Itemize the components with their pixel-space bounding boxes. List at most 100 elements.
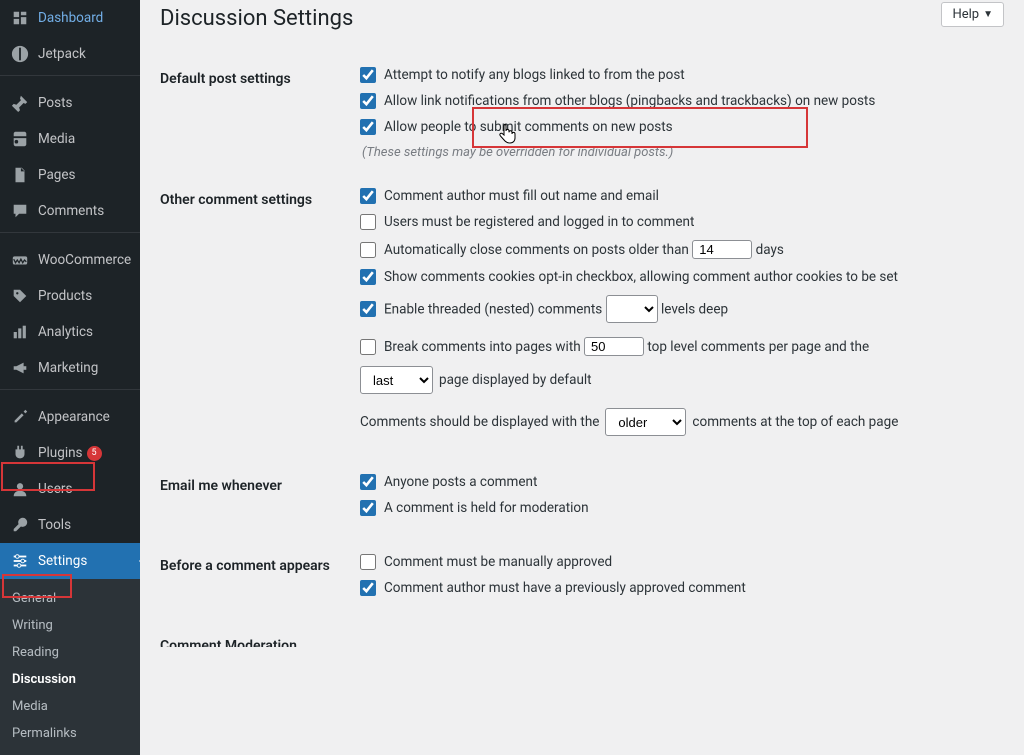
sidebar-item-media[interactable]: Media <box>0 121 140 157</box>
sidebar-item-comments[interactable]: Comments <box>0 193 140 229</box>
main-content: Help ▼ Discussion Settings Default post … <box>140 0 1024 647</box>
checkbox-previously-approved[interactable] <box>360 580 376 596</box>
option-label[interactable]: Allow link notifications from other blog… <box>384 93 875 109</box>
sidebar-label: Appearance <box>38 409 110 425</box>
checkbox-allow-comments[interactable] <box>360 119 376 135</box>
sidebar-label: Media <box>38 131 75 147</box>
checkbox-cookies-optin[interactable] <box>360 269 376 285</box>
sidebar-label: Dashboard <box>38 10 103 26</box>
update-count-badge: 5 <box>87 446 102 461</box>
sidebar-item-woocommerce[interactable]: WooCommerce <box>0 242 140 278</box>
wrench-icon <box>10 515 30 535</box>
select-default-page[interactable]: last <box>360 366 433 394</box>
sidebar-label: Pages <box>38 167 76 183</box>
checkbox-allow-pingbacks[interactable] <box>360 93 376 109</box>
sidebar-item-plugins[interactable]: Plugins5 <box>0 435 140 471</box>
sidebar-item-products[interactable]: Products <box>0 278 140 314</box>
sidebar-item-marketing[interactable]: Marketing <box>0 350 140 386</box>
sidebar-label: Tools <box>38 517 71 533</box>
sidebar-item-analytics[interactable]: Analytics <box>0 314 140 350</box>
page-icon <box>10 165 30 185</box>
submenu-item-reading[interactable]: Reading <box>0 639 140 666</box>
help-tab-button[interactable]: Help ▼ <box>941 2 1004 27</box>
option-label[interactable]: Enable threaded (nested) comments 5 leve… <box>384 295 728 323</box>
megaphone-icon <box>10 358 30 378</box>
sliders-icon <box>10 551 30 571</box>
select-comment-order[interactable]: older <box>605 408 686 436</box>
user-icon <box>10 479 30 499</box>
submenu-item-discussion[interactable]: Discussion <box>0 666 140 693</box>
page-title: Discussion Settings <box>160 6 1004 31</box>
sidebar-separator <box>0 389 140 396</box>
submenu-item-writing[interactable]: Writing <box>0 612 140 639</box>
checkbox-auto-close-comments[interactable] <box>360 242 376 258</box>
sidebar-separator <box>0 75 140 82</box>
select-thread-levels[interactable]: 5 <box>606 295 658 323</box>
checkbox-paginate-comments[interactable] <box>360 339 376 355</box>
submenu-item-media[interactable]: Media <box>0 693 140 720</box>
sidebar-label: Posts <box>38 95 72 111</box>
plugin-icon <box>10 443 30 463</box>
option-label[interactable]: Attempt to notify any blogs linked to fr… <box>384 67 685 83</box>
analytics-icon <box>10 322 30 342</box>
option-label[interactable]: Users must be registered and logged in t… <box>384 214 694 230</box>
sidebar-label: WooCommerce <box>38 252 131 268</box>
option-label: page displayed by default <box>439 372 592 388</box>
option-label: comments at the top of each page <box>692 414 898 430</box>
option-label[interactable]: A comment is held for moderation <box>384 500 589 516</box>
sidebar-label: Jetpack <box>38 46 86 62</box>
settings-form: Default post settings Attempt to notify … <box>160 55 1004 647</box>
option-label[interactable]: Anyone posts a comment <box>384 474 537 490</box>
input-comments-per-page[interactable] <box>584 337 644 356</box>
section-heading-default-post: Default post settings <box>160 55 360 176</box>
woocommerce-icon <box>10 250 30 270</box>
option-label[interactable]: Allow people to submit comments on new p… <box>384 119 673 135</box>
section-heading-moderation: Comment Moderation <box>160 622 360 647</box>
submenu-item-permalinks[interactable]: Permalinks <box>0 720 140 747</box>
admin-sidebar: Dashboard Jetpack Posts Media Pages Comm… <box>0 0 140 647</box>
sidebar-item-pages[interactable]: Pages <box>0 157 140 193</box>
option-label[interactable]: Show comments cookies opt-in checkbox, a… <box>384 269 898 285</box>
sidebar-label: Settings <box>38 553 87 569</box>
checkbox-notify-linked-blogs[interactable] <box>360 67 376 83</box>
sidebar-label: Analytics <box>38 324 93 340</box>
sidebar-item-appearance[interactable]: Appearance <box>0 399 140 435</box>
sidebar-item-settings[interactable]: Settings <box>0 543 140 579</box>
sidebar-item-tools[interactable]: Tools <box>0 507 140 543</box>
option-label[interactable]: Comment author must fill out name and em… <box>384 188 659 204</box>
submenu-item-general[interactable]: General <box>0 585 140 612</box>
default-post-description: (These settings may be overridden for in… <box>360 145 994 160</box>
jetpack-icon <box>10 44 30 64</box>
option-label[interactable]: Comment must be manually approved <box>384 554 612 570</box>
option-label[interactable]: Comment author must have a previously ap… <box>384 580 746 596</box>
sidebar-label: Plugins5 <box>38 445 102 461</box>
comments-icon <box>10 201 30 221</box>
sidebar-label: Users <box>38 481 72 497</box>
sidebar-item-users[interactable]: Users <box>0 471 140 507</box>
media-icon <box>10 129 30 149</box>
settings-submenu: General Writing Reading Discussion Media… <box>0 579 140 755</box>
sidebar-item-dashboard[interactable]: Dashboard <box>0 0 140 36</box>
sidebar-item-posts[interactable]: Posts <box>0 85 140 121</box>
option-label[interactable]: Automatically close comments on posts ol… <box>384 240 784 259</box>
brush-icon <box>10 407 30 427</box>
sidebar-item-jetpack[interactable]: Jetpack <box>0 36 140 72</box>
checkbox-email-anyone-posts[interactable] <box>360 474 376 490</box>
help-label: Help <box>952 7 979 22</box>
sidebar-label: Marketing <box>38 360 98 376</box>
option-label[interactable]: Break comments into pages with top level… <box>384 337 869 356</box>
sidebar-label: Products <box>38 288 92 304</box>
products-icon <box>10 286 30 306</box>
checkbox-email-held-moderation[interactable] <box>360 500 376 516</box>
pin-icon <box>10 93 30 113</box>
checkbox-registered-comment[interactable] <box>360 214 376 230</box>
input-close-days[interactable] <box>692 240 752 259</box>
section-heading-before: Before a comment appears <box>160 542 360 622</box>
checkbox-author-name-email[interactable] <box>360 188 376 204</box>
checkbox-manual-approve[interactable] <box>360 554 376 570</box>
option-label: Comments should be displayed with the <box>360 414 599 430</box>
sidebar-separator <box>0 232 140 239</box>
checkbox-threaded-comments[interactable] <box>360 301 376 317</box>
chevron-down-icon: ▼ <box>983 9 993 20</box>
sidebar-label: Comments <box>38 203 104 219</box>
